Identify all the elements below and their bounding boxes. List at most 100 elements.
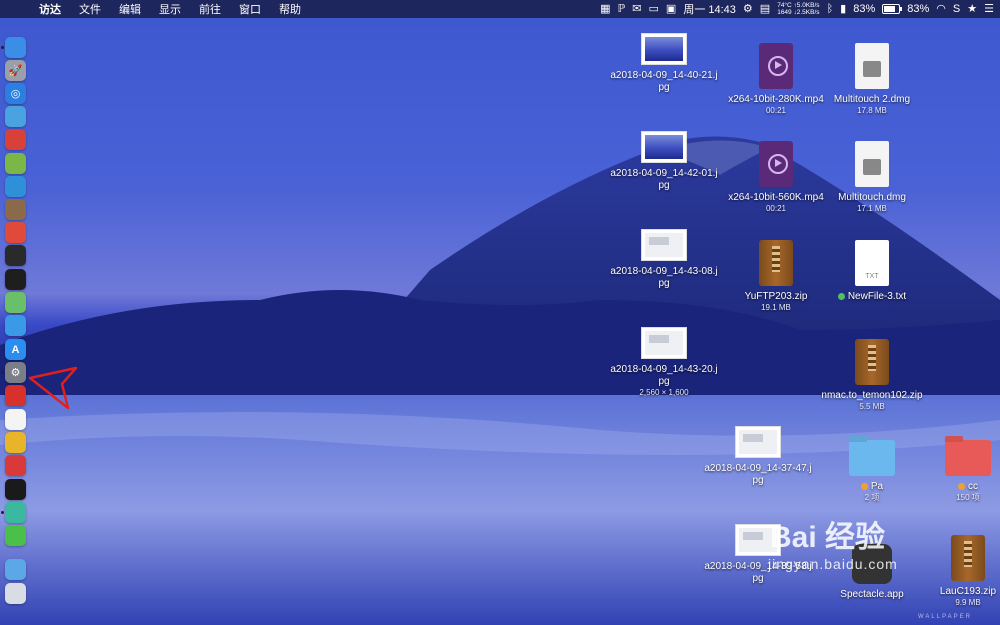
desktop-item-dmg[interactable]: Multitouch.dmg 17.1 MB (817, 141, 927, 214)
menu-window[interactable]: 窗口 (230, 1, 270, 17)
desktop-item-video[interactable]: x264-10bit-280K.mp4 00:21 (721, 43, 831, 116)
desktop-item-label: Multitouch 2.dmg (833, 94, 911, 105)
menu-view[interactable]: 显示 (150, 1, 190, 17)
display-icon[interactable]: ▭ (649, 0, 659, 18)
fan-rpm: 1649 (777, 9, 792, 16)
dock-terminal-2-icon[interactable] (5, 479, 26, 500)
desktop-item-screenshot[interactable]: a2018-04-09_14-42-01.jpg (609, 131, 719, 192)
download-speed: ↓2.5KB/s (793, 9, 820, 16)
desktop-item-screenshot[interactable]: a2018-04-09_14-40-21.jpg (609, 33, 719, 94)
monitor-icon[interactable]: ▤ (760, 0, 770, 18)
wechat-status-icon[interactable]: ✉ (632, 0, 641, 18)
zip-archive-icon (951, 535, 985, 581)
battery-icon[interactable] (882, 4, 903, 14)
s-app-icon[interactable]: S (953, 0, 960, 18)
dock-maps-icon[interactable] (5, 292, 26, 313)
dock-app-store-icon[interactable]: A (5, 339, 26, 360)
dock-trash-icon[interactable] (5, 583, 26, 604)
desktop-item-info: 2,560 × 1,600 (639, 388, 689, 397)
star-icon[interactable]: ★ (967, 0, 977, 18)
dock-activity-monitor-icon[interactable] (5, 245, 26, 266)
menu-help[interactable]: 帮助 (270, 1, 310, 17)
desktop-item-screenshot-window[interactable]: a2018-04-09_14-43-08.jpg (609, 229, 719, 290)
desktop-item-folder[interactable]: cc 150 项 (913, 440, 1000, 503)
dock-netease-music-icon[interactable] (5, 385, 26, 406)
dock-wechat-icon[interactable] (5, 525, 26, 546)
wifi-icon[interactable]: ◠ (936, 0, 946, 18)
text-file-icon: TXT (855, 240, 889, 286)
screenshot-thumbnail-icon (641, 131, 687, 163)
desktop-item-label: a2018-04-09_14-40-21.jpg (610, 70, 718, 93)
desktop-item-label: Spectacle.app (840, 589, 904, 600)
desktop-item-screenshot-window[interactable]: a2018-04-09_14-37-47.jpg (703, 426, 813, 487)
desktop-item-info: 9.9 MB (955, 598, 981, 607)
upload-speed: ↑5.0KB/s (793, 2, 820, 9)
disk-image-icon (855, 43, 889, 89)
dock-app-teal-icon[interactable] (5, 502, 26, 523)
dock-downloads-folder-icon[interactable] (5, 559, 26, 580)
dock-running-indicator (1, 371, 4, 374)
desktop-item-zip[interactable]: YuFTP203.zip 19.1 MB (721, 240, 831, 313)
desktop-item-label: LauC193.zip (939, 586, 997, 597)
dock-preview-icon[interactable] (5, 106, 26, 127)
tag-dot-icon (958, 482, 965, 490)
p-icon[interactable]: ℙ (618, 0, 626, 18)
battery-percent-2[interactable]: 83% (907, 3, 929, 15)
desktop-item-label: a2018-04-09_14-37-47.jpg (704, 463, 812, 486)
menu-edit[interactable]: 编辑 (110, 1, 150, 17)
watermark-url: jingyan.baidu.com (768, 556, 898, 572)
desktop-item-txt[interactable]: TXT NewFile-3.txt (817, 240, 927, 303)
battery-fill (884, 6, 896, 12)
dock-android-studio-icon[interactable] (5, 153, 26, 174)
desktop-item-info: 00:21 (765, 204, 787, 213)
dock-running-indicator (1, 46, 4, 49)
screenshot-thumbnail-icon (735, 426, 781, 458)
desktop-item-screenshot-window[interactable]: a2018-04-09_14-43-20.jpg 2,560 × 1,600 (609, 327, 719, 398)
desktop-item-info: 17.1 MB (857, 204, 887, 213)
screenshot-thumbnail-icon (641, 33, 687, 65)
watermark: Bai 经验 (770, 521, 886, 554)
clock[interactable]: 周一 14:43 (683, 1, 736, 17)
temperature: 74°C (777, 2, 792, 9)
tag-dot-icon (837, 292, 845, 300)
desktop-item-dmg[interactable]: Multitouch 2.dmg 17.8 MB (817, 43, 927, 116)
desktop-item-label: a2018-04-09_14-42-01.jpg (610, 168, 718, 191)
screenshot-thumbnail-icon (641, 229, 687, 261)
annotation-arrow-icon (28, 366, 78, 410)
fan-icon[interactable]: ⚙ (743, 0, 753, 18)
dock-system-preferences-icon[interactable]: ⚙ (5, 362, 26, 383)
dock-yandex-browser-icon[interactable] (5, 409, 26, 430)
dock-finder-icon[interactable] (5, 37, 26, 58)
dock-siri-icon[interactable] (5, 315, 26, 336)
menu-go[interactable]: 前往 (190, 1, 230, 17)
desktop-item-label: a2018-04-09_14-43-08.jpg (610, 266, 718, 289)
system-stats[interactable]: 74°C ↑5.0KB/s 1649 ↓2.5KB/s (777, 2, 819, 16)
dock-safari-icon[interactable]: ◎ (5, 83, 26, 104)
dock-app-blue-icon[interactable] (5, 176, 26, 197)
disk-image-icon (855, 141, 889, 187)
desktop-item-label: x264-10bit-280K.mp4 (728, 94, 824, 105)
dock-chrome-icon[interactable] (5, 432, 26, 453)
desktop-item-video[interactable]: x264-10bit-560K.mp4 00:21 (721, 141, 831, 214)
dock-terminal-icon[interactable] (5, 269, 26, 290)
desktop-item-label: cc (913, 481, 1000, 493)
grid-icon[interactable]: ▦ (600, 0, 610, 18)
battery-percent-1[interactable]: 83% (853, 3, 875, 15)
window-icon[interactable]: ▣ (666, 0, 676, 18)
desktop-item-label: YuFTP203.zip (744, 291, 808, 302)
menu-list-icon[interactable]: ☰ (984, 0, 994, 18)
bluetooth-icon[interactable]: ᛒ (827, 0, 834, 18)
desktop-item-zip[interactable]: nmac.to_temon102.zip 5.5 MB (817, 339, 927, 412)
desktop-item-label: NewFile-3.txt (817, 291, 927, 303)
dock-vivaldi-icon[interactable] (5, 455, 26, 476)
dock-app-red-icon[interactable] (5, 129, 26, 150)
dock-app-red-2-icon[interactable] (5, 222, 26, 243)
menu-file[interactable]: 文件 (70, 1, 110, 17)
menu-app-finder[interactable]: 访达 (30, 1, 70, 17)
dock-launchpad-icon[interactable]: 🚀 (5, 60, 26, 81)
battery-icon-1[interactable]: ▮ (840, 0, 846, 18)
dock-app-brown-icon[interactable] (5, 199, 26, 220)
desktop-item-info: 150 项 (956, 493, 980, 502)
desktop-item-folder[interactable]: Pa 2 项 (817, 440, 927, 503)
desktop-item-zip[interactable]: LauC193.zip 9.9 MB (913, 535, 1000, 608)
